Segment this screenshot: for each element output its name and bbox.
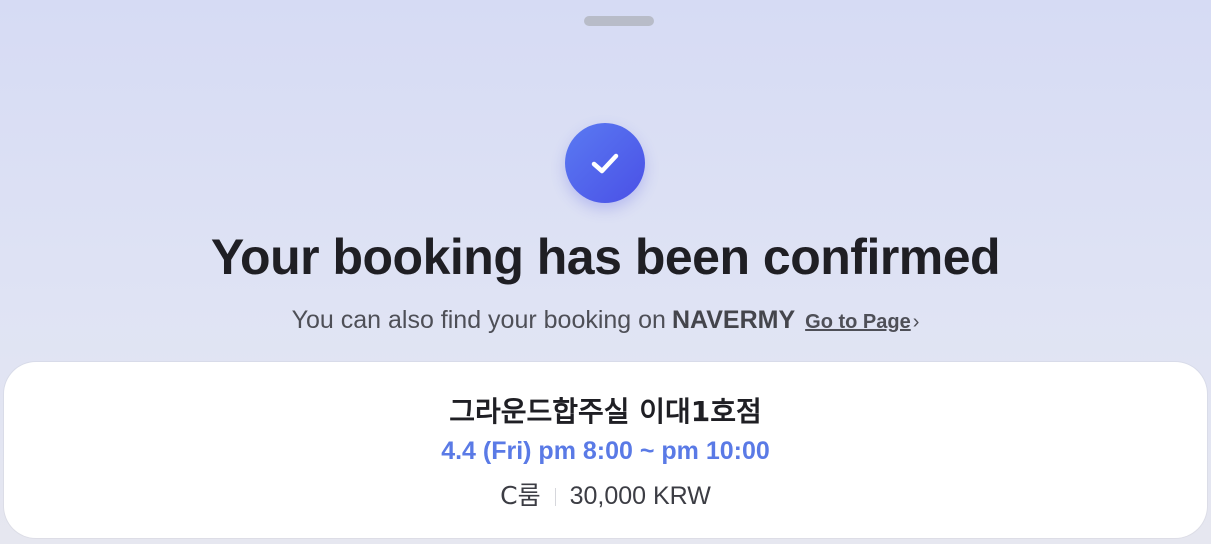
subtitle: You can also find your booking on NAVERMY… (0, 306, 1211, 335)
booking-time: 4.4 (Fri) pm 8:00 ~ pm 10:00 (441, 437, 770, 465)
place-name: 그라운드합주실 이대1호점 (449, 395, 762, 428)
check-icon (591, 153, 619, 174)
booking-details: C룸 30,000 KRW (4, 476, 1207, 512)
price: 30,000 KRW (569, 482, 711, 510)
chevron-right-icon[interactable]: › (913, 311, 920, 334)
divider (554, 488, 556, 506)
confirmation-badge (565, 123, 645, 203)
brand-name: NAVERMY (671, 306, 796, 334)
sheet-drag-handle[interactable] (584, 16, 654, 26)
page-title: Your booking has been confirmed (210, 229, 1001, 285)
room-name: C룸 (500, 481, 541, 510)
go-to-page-link[interactable]: Go to Page (805, 311, 911, 333)
subtitle-text: You can also find your booking on (291, 306, 666, 334)
booking-card: 그라운드합주실 이대1호점 4.4 (Fri) pm 8:00 ~ pm 10:… (4, 362, 1207, 538)
